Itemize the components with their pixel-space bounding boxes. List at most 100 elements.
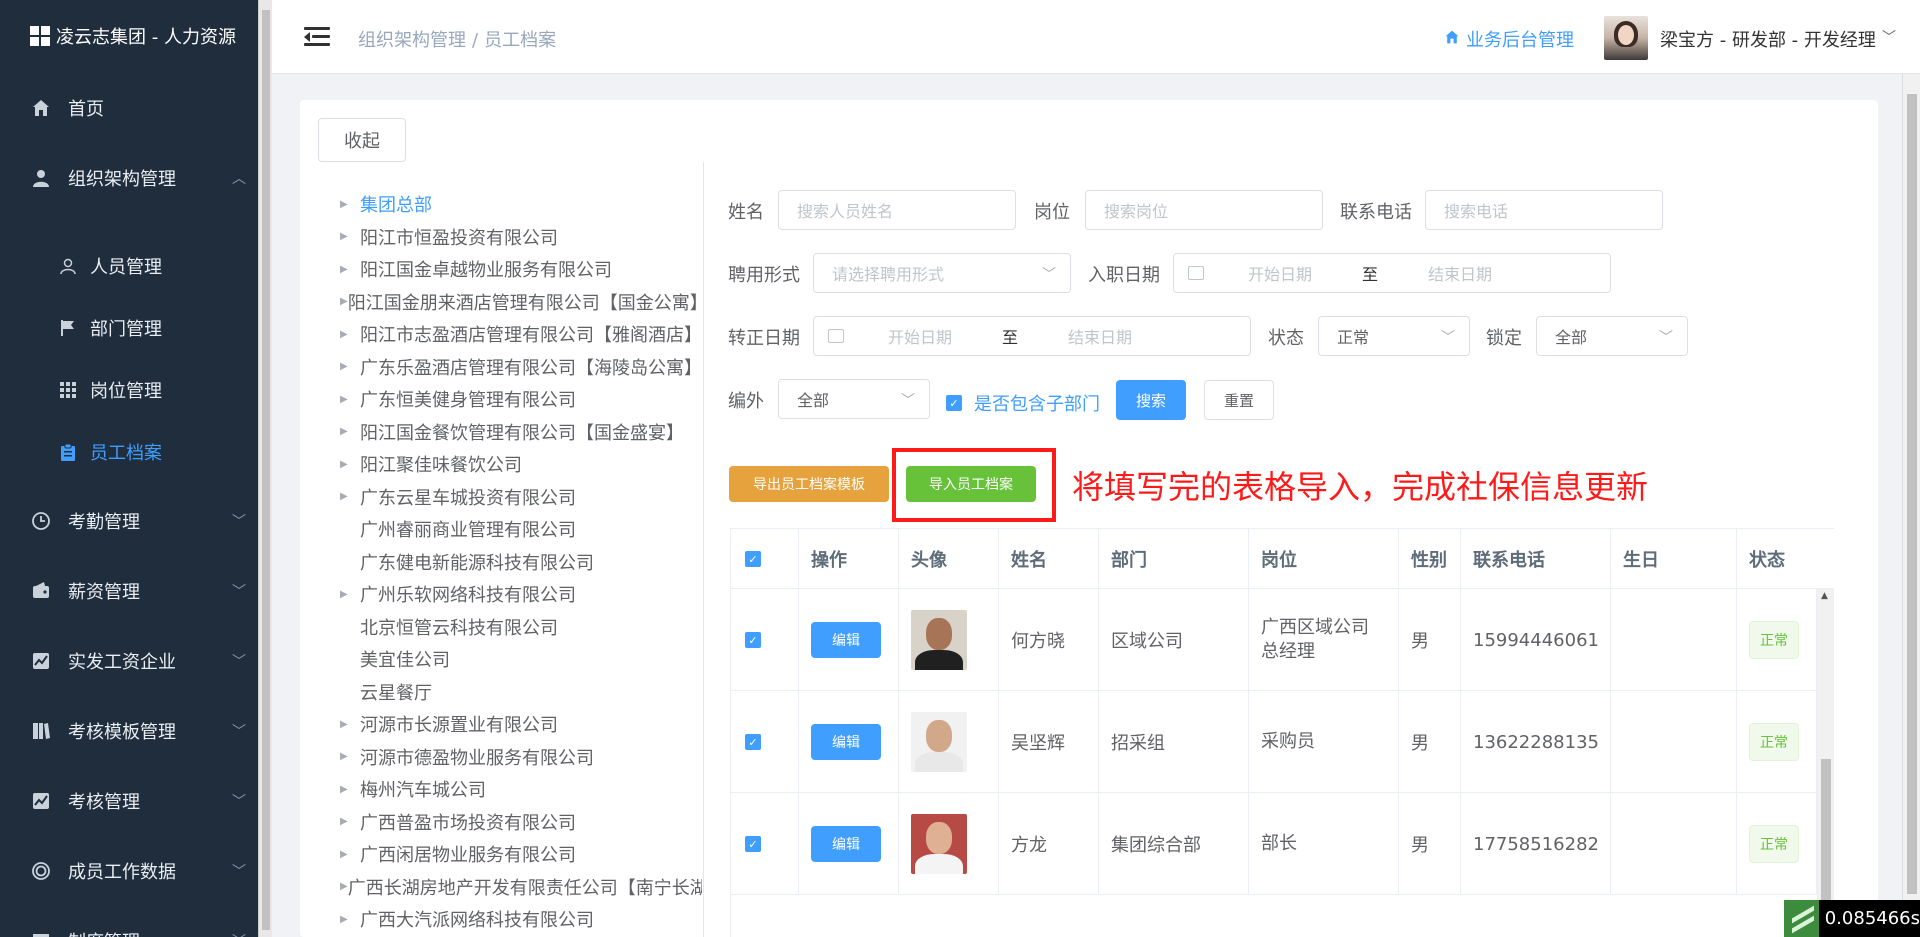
edit-button[interactable]: 编辑	[811, 724, 881, 760]
tree-node[interactable]: ▶ 阳江国金卓越物业服务有限公司	[340, 253, 702, 286]
tree-node[interactable]: ▶ 广东恒美健身管理有限公司	[340, 383, 702, 416]
caret-right-icon[interactable]: ▶	[340, 329, 360, 340]
employee-photo[interactable]	[911, 712, 967, 772]
caret-right-icon[interactable]: ▶	[340, 881, 348, 892]
row-checkbox[interactable]: ✓	[731, 691, 799, 793]
tree-node[interactable]: ▶ 广西大汽派网络科技有限公司	[340, 903, 702, 936]
scroll-up-icon[interactable]: ▲	[1821, 591, 1828, 601]
tree-node[interactable]: 广州睿丽商业管理有限公司	[340, 513, 702, 546]
tree-node[interactable]: ▶ 阳江市恒盈投资有限公司	[340, 221, 702, 254]
tree-node-label: 阳江市志盈酒店管理有限公司【雅阁酒店】	[360, 325, 702, 347]
hamburger-icon[interactable]	[304, 27, 330, 47]
tree-node[interactable]: ▶ 广东云星车城投资有限公司	[340, 481, 702, 514]
caret-right-icon[interactable]: ▶	[340, 719, 360, 730]
status-select[interactable]: 正常 ﹀	[1318, 316, 1470, 356]
column-header[interactable]: 岗位	[1249, 529, 1399, 589]
tree-node[interactable]: ▶ 阳江聚佳味餐饮公司	[340, 448, 702, 481]
reset-button[interactable]: 重置	[1204, 380, 1274, 420]
sidebar-item-policy[interactable]: 制度管理 ﹀	[0, 906, 258, 937]
include-sub-checkbox[interactable]: ✓ 是否包含子部门	[946, 390, 1100, 416]
select-all-checkbox[interactable]: ✓	[731, 529, 799, 589]
sidebar-scrollbar[interactable]	[258, 0, 272, 937]
sidebar-item-work-data[interactable]: 成员工作数据 ﹀	[0, 836, 258, 906]
caret-right-icon[interactable]: ▶	[340, 784, 360, 795]
table-row[interactable]: ✓ 编辑 吴坚辉 招采组 采购员 男 13622288135 正常	[731, 691, 1817, 793]
tree-node[interactable]: 广东健电新能源科技有限公司	[340, 546, 702, 579]
regular-date-range[interactable]: 开始日期 至 结束日期	[813, 316, 1251, 356]
sidebar-item-archive[interactable]: 员工档案	[0, 421, 258, 483]
employee-photo[interactable]	[911, 814, 967, 874]
caret-right-icon[interactable]: ▶	[340, 199, 360, 210]
tree-node[interactable]: ▶ 阳江市志盈酒店管理有限公司【雅阁酒店】	[340, 318, 702, 351]
edit-button[interactable]: 编辑	[811, 622, 881, 658]
sidebar-item-dept[interactable]: 部门管理	[0, 297, 258, 359]
tree-node[interactable]: 美宜佳公司	[340, 643, 702, 676]
sidebar-item-home[interactable]: 首页	[0, 73, 258, 143]
page-scrollbar[interactable]	[1902, 74, 1920, 937]
collapse-button[interactable]: 收起	[318, 118, 406, 162]
sidebar-item-org[interactable]: 组织架构管理 ︿	[0, 143, 258, 213]
post-search-input[interactable]: 搜索岗位	[1085, 190, 1323, 230]
column-header[interactable]: 部门	[1099, 529, 1249, 589]
caret-right-icon[interactable]: ▶	[340, 361, 360, 372]
caret-right-icon[interactable]: ▶	[340, 459, 360, 470]
table-scrollbar[interactable]: ▲	[1817, 589, 1834, 937]
tree-node[interactable]: ▶ 梅州汽车城公司	[340, 773, 702, 806]
tree-node[interactable]: ▶ 集团总部	[340, 188, 702, 221]
avatar[interactable]	[1604, 16, 1648, 60]
tree-node[interactable]: ▶ 广州乐软网络科技有限公司	[340, 578, 702, 611]
extra-select[interactable]: 全部 ﹀	[778, 379, 930, 419]
table-row[interactable]: ✓ 编辑 何方晓 区域公司 广西区域公司总经理 男 15994446061 正常	[731, 589, 1817, 691]
export-template-button[interactable]: 导出员工档案模板	[729, 466, 889, 502]
row-checkbox[interactable]: ✓	[731, 793, 799, 895]
caret-right-icon[interactable]: ▶	[340, 264, 360, 275]
caret-right-icon[interactable]: ▶	[340, 394, 360, 405]
column-header[interactable]: 姓名	[999, 529, 1099, 589]
caret-right-icon[interactable]: ▶	[340, 491, 360, 502]
breadcrumb-item[interactable]: 组织架构管理	[358, 30, 466, 51]
sidebar-item-post[interactable]: 岗位管理	[0, 359, 258, 421]
caret-right-icon[interactable]: ▶	[340, 589, 360, 600]
lock-select[interactable]: 全部 ﹀	[1536, 316, 1688, 356]
hire-type-select[interactable]: 请选择聘用形式 ﹀	[813, 253, 1071, 293]
column-header[interactable]: 生日	[1611, 529, 1737, 589]
sidebar-item-salary[interactable]: 薪资管理 ﹀	[0, 556, 258, 626]
app-brand[interactable]: 凌云志集团 - 人力资源	[0, 0, 258, 72]
tree-node[interactable]: ▶ 广西长湖房地产开发有限责任公司【南宁长湖景	[340, 871, 702, 904]
tree-node[interactable]: ▶ 阳江国金朋来酒店管理有限公司【国金公寓】	[340, 286, 702, 319]
caret-right-icon[interactable]: ▶	[340, 914, 360, 925]
tree-node[interactable]: ▶ 阳江国金餐饮管理有限公司【国金盛宴】	[340, 416, 702, 449]
caret-right-icon[interactable]: ▶	[340, 231, 360, 242]
name-search-input[interactable]: 搜索人员姓名	[778, 190, 1016, 230]
table-row[interactable]: ✓ 编辑 方龙 集团综合部 部长 男 17758516282 正常	[731, 793, 1817, 895]
row-checkbox[interactable]: ✓	[731, 589, 799, 691]
user-info[interactable]: 梁宝方 - 研发部 - 开发经理	[1660, 26, 1876, 52]
caret-right-icon[interactable]: ▶	[340, 426, 360, 437]
employee-photo[interactable]	[911, 610, 967, 670]
tree-node[interactable]: ▶ 河源市长源置业有限公司	[340, 708, 702, 741]
sidebar-item-actual-pay[interactable]: 实发工资企业 ﹀	[0, 626, 258, 696]
tree-node[interactable]: ▶ 广西闲居物业服务有限公司	[340, 838, 702, 871]
column-header[interactable]: 状态	[1737, 529, 1834, 589]
tree-node[interactable]: ▶ 广西普盈市场投资有限公司	[340, 806, 702, 839]
tree-node[interactable]: 北京恒管云科技有限公司	[340, 611, 702, 644]
phone-search-input[interactable]: 搜索电话	[1425, 190, 1663, 230]
search-button[interactable]: 搜索	[1116, 380, 1186, 420]
column-header[interactable]: 联系电话	[1461, 529, 1611, 589]
join-date-range[interactable]: 开始日期 至 结束日期	[1173, 253, 1611, 293]
caret-right-icon[interactable]: ▶	[340, 296, 348, 307]
edit-button[interactable]: 编辑	[811, 826, 881, 862]
sidebar-item-attendance[interactable]: 考勤管理 ﹀	[0, 486, 258, 556]
tree-node[interactable]: ▶ 河源市德盈物业服务有限公司	[340, 741, 702, 774]
business-admin-link[interactable]: 业务后台管理	[1444, 26, 1574, 52]
sidebar-item-template[interactable]: 考核模板管理 ﹀	[0, 696, 258, 766]
sidebar-item-people[interactable]: 人员管理	[0, 235, 258, 297]
chevron-down-icon[interactable]: ﹀	[1882, 27, 1896, 47]
column-header[interactable]: 性别	[1399, 529, 1461, 589]
tree-node[interactable]: ▶ 广东乐盈酒店管理有限公司【海陵岛公寓】	[340, 351, 702, 384]
caret-right-icon[interactable]: ▶	[340, 849, 360, 860]
caret-right-icon[interactable]: ▶	[340, 751, 360, 762]
tree-node[interactable]: 云星餐厅	[340, 676, 702, 709]
sidebar-item-assessment[interactable]: 考核管理 ﹀	[0, 766, 258, 836]
caret-right-icon[interactable]: ▶	[340, 816, 360, 827]
